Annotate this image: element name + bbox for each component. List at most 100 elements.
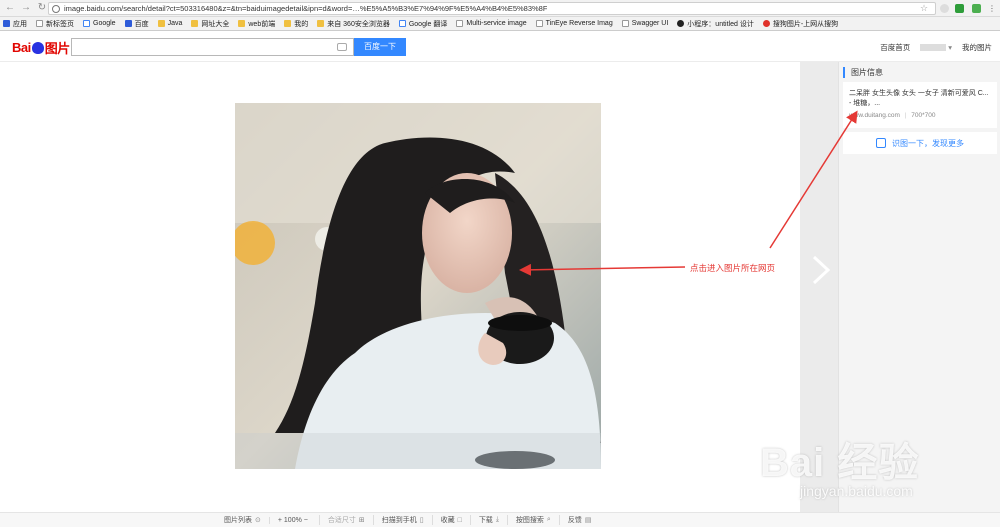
red-icon	[762, 20, 770, 27]
camera-icon[interactable]	[337, 43, 347, 51]
toolbar-icon: ⊞	[358, 517, 365, 524]
page-header: Bai 图片 百度一下 百度首页 ▾ 我的图片	[0, 31, 1000, 62]
bookmark-label: 搜狗图片-上网从搜狗	[772, 20, 839, 28]
bookmark-item[interactable]: Multi-service image	[456, 20, 527, 27]
chevron-down-icon[interactable]: ▾	[948, 43, 952, 52]
viewer-toolbar: 图片列表 ⊙ + 100% − 合适尺寸 ⊞ 扫描到手机 ▯ 收藏 □ 下载 ⤓ 按图搜索 ⌕ 反馈 ▤	[0, 512, 1000, 527]
my-pictures-link[interactable]: 我的图片	[962, 42, 992, 53]
bookmark-item[interactable]: 搜狗图片-上网从搜狗	[762, 19, 839, 29]
identify-image-button[interactable]: 识图一下，发现更多	[843, 132, 997, 154]
bookmark-star-icon[interactable]: ☆	[920, 3, 928, 14]
shield-icon[interactable]	[955, 4, 964, 13]
bookmark-label: Multi-service image	[466, 20, 527, 27]
toolbar-label: 扫描到手机	[381, 517, 417, 524]
bookmark-label: 小程序：untitled 设计	[687, 20, 754, 28]
bookmark-label: Swagger UI	[631, 20, 669, 27]
toolbar-label: 按图搜索	[515, 517, 544, 524]
bookmark-label: Java	[167, 20, 183, 27]
main-image[interactable]	[235, 103, 601, 469]
search-input[interactable]	[71, 38, 354, 56]
source-domain[interactable]: www.duitang.com	[849, 112, 900, 119]
reload-icon[interactable]: ↻	[36, 2, 48, 14]
identify-label: 识图一下，发现更多	[892, 138, 964, 148]
bookmark-item[interactable]: Google 翻译	[398, 19, 448, 29]
page-icon	[535, 20, 543, 27]
bookmark-item[interactable]: 应用	[3, 19, 27, 29]
logo-pic-text: 图片	[44, 41, 71, 56]
toolbar-label: 反馈	[567, 517, 582, 524]
image-meta: www.duitang.com | 700*700	[849, 112, 991, 119]
bookmark-label: 百度	[134, 20, 149, 28]
toolbar-icon: ⌕	[546, 516, 551, 523]
image-description[interactable]: 二呆胖 女生头像 女头 一女子 清新可爱风 C... - 堆糖，...	[849, 89, 991, 109]
page-icon	[36, 20, 43, 27]
toolbar-button[interactable]: 合适尺寸 ⊞	[318, 515, 373, 525]
toolbar-label: 收藏	[440, 517, 455, 524]
dark-icon	[677, 20, 685, 27]
bookmark-item[interactable]: web前端	[238, 19, 275, 29]
menu-icon[interactable]: ⋮	[988, 4, 997, 13]
extension-icon[interactable]	[940, 4, 949, 13]
toolbar-label: + 100% −	[277, 516, 308, 524]
separator: |	[904, 112, 907, 119]
bookmark-label: Google	[93, 20, 116, 27]
header-links: 百度首页 ▾ 我的图片	[870, 42, 992, 53]
apps-icon	[3, 20, 10, 27]
bookmark-item[interactable]: TinEye Reverse Imag	[535, 20, 613, 27]
bookmark-item[interactable]: 网址大全	[191, 19, 229, 29]
folder-icon	[157, 20, 165, 27]
bookmark-item[interactable]: 新标签页	[36, 19, 74, 29]
back-icon[interactable]: ←	[4, 2, 16, 14]
toolbar-icon: ⊙	[255, 517, 261, 524]
toolbar-button[interactable]: 下载 ⤓	[469, 515, 507, 525]
baidu-image-logo[interactable]: Bai 图片	[12, 38, 70, 57]
chevron-right-icon[interactable]	[808, 255, 832, 285]
bookmark-label: TinEye Reverse Imag	[545, 20, 613, 27]
info-icon[interactable]	[52, 4, 60, 13]
folder-icon	[191, 20, 199, 27]
bookmark-item[interactable]: Google	[83, 20, 116, 27]
toolbar-label: 下载	[478, 517, 493, 524]
bookmark-label: 网址大全	[201, 20, 230, 28]
bookmarks-bar: 应用 新标签页 Google 百度 Java 网址大全 web前端 我的 来自 360安全浏览器…	[0, 17, 1000, 31]
bookmark-label: 我的	[294, 20, 309, 28]
toolbar-icon: ⤓	[495, 516, 499, 523]
bookmark-item[interactable]: 来自 360安全浏览器	[317, 19, 390, 29]
page-icon	[621, 20, 629, 27]
bookmark-label: web前端	[248, 20, 276, 28]
bookmark-label: Google 翻译	[408, 20, 448, 28]
forward-icon[interactable]: →	[20, 2, 32, 14]
logo-text: Bai	[12, 40, 31, 55]
bookmark-item[interactable]: 百度	[124, 19, 149, 29]
toolbar-button[interactable]: 按图搜索 ⌕	[506, 515, 559, 525]
paw-icon	[31, 41, 44, 54]
bookmark-item[interactable]: Swagger UI	[621, 20, 669, 27]
page-icon	[456, 20, 464, 27]
extension-icon[interactable]	[972, 4, 981, 13]
bookmark-item[interactable]: 小程序：untitled 设计	[677, 19, 754, 29]
toolbar-icon: ▤	[584, 517, 592, 524]
address-bar[interactable]: image.baidu.com/search/detail?ct=5033164…	[48, 2, 936, 15]
bookmark-item[interactable]: Java	[157, 20, 183, 27]
search-button[interactable]: 百度一下	[354, 38, 406, 56]
home-link[interactable]: 百度首页	[880, 42, 910, 53]
toolbar-icon: ▯	[419, 517, 424, 524]
toolbar-button[interactable]: 图片列表 ⊙	[216, 515, 269, 525]
source-card[interactable]: 二呆胖 女生头像 女头 一女子 清新可爱风 C... - 堆糖，... www.…	[843, 82, 997, 128]
bookmark-label: 来自 360安全浏览器	[327, 20, 390, 28]
image-size: 700*700	[911, 112, 936, 119]
google-icon	[398, 20, 406, 27]
watermark-url: jingyan.baidu.com	[800, 483, 913, 499]
toolbar-button[interactable]: + 100% −	[268, 516, 319, 524]
bookmark-item[interactable]: 我的	[284, 19, 308, 29]
toolbar-button[interactable]: 反馈 ▤	[558, 515, 600, 525]
toolbar-button[interactable]: 收藏 □	[431, 515, 470, 525]
folder-icon	[238, 20, 246, 27]
folder-icon	[317, 20, 325, 27]
toolbar-button[interactable]: 扫描到手机 ▯	[372, 515, 432, 525]
panel-title: 图片信息	[843, 67, 883, 78]
username[interactable]	[920, 44, 947, 51]
toolbar-label: 图片列表	[224, 517, 252, 524]
bookmark-label: 新标签页	[46, 20, 74, 28]
annotation-text: 点击进入图片所在网页	[690, 263, 776, 273]
